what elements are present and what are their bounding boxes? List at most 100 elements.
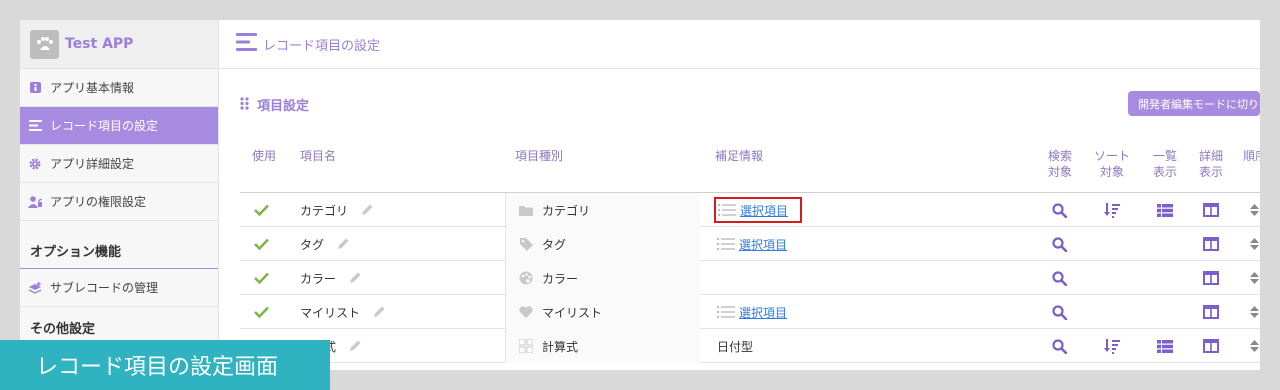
page-title: レコード項目の設定 — [263, 38, 381, 54]
sort-icon — [1104, 338, 1120, 354]
list-lines-icon — [718, 203, 736, 217]
columns-icon — [1203, 203, 1219, 217]
table-row: 計算式計算式日付型 — [240, 329, 1260, 363]
use-checkbox[interactable] — [254, 193, 269, 227]
pencil-icon[interactable] — [336, 237, 350, 251]
list-toggle[interactable] — [1157, 329, 1173, 363]
col-header-line: 詳細 — [1198, 149, 1223, 163]
field-name-cell: タグ — [300, 227, 350, 261]
col-header-info: 補足情報 — [715, 149, 764, 163]
col-header-use: 使用 — [252, 149, 277, 163]
grip-icon — [240, 95, 249, 114]
page-header: レコード項目の設定 — [220, 20, 1260, 69]
brand[interactable]: Test APP — [20, 20, 218, 69]
list-lines-icon — [717, 237, 735, 251]
search-toggle[interactable] — [1052, 193, 1067, 227]
detail-toggle[interactable] — [1203, 329, 1219, 363]
col-header-line: 一覧 — [1152, 149, 1177, 163]
dev-mode-button[interactable]: 開発者編集モードに切り替え — [1128, 91, 1260, 116]
field-type: マイリスト — [542, 305, 603, 320]
sort-updown-icon — [1250, 204, 1259, 216]
columns-icon — [1203, 271, 1219, 285]
field-name: カテゴリ — [300, 203, 349, 218]
gear-icon — [28, 157, 42, 171]
sort-updown-icon — [1250, 340, 1259, 352]
reorder-handle[interactable] — [1250, 295, 1259, 329]
pencil-icon[interactable] — [348, 271, 362, 285]
supplementary-info-cell: 選択項目 — [714, 193, 803, 227]
search-icon — [1052, 202, 1067, 218]
select-options-link[interactable]: 選択項目 — [739, 304, 787, 321]
col-header-line: 対象 — [1047, 165, 1072, 179]
search-icon — [1052, 338, 1067, 354]
sidebar-item-label: アプリ詳細設定 — [50, 157, 135, 171]
heart-icon — [519, 306, 533, 318]
field-type: タグ — [542, 237, 567, 252]
col-header-sort: ソート 対象 — [1092, 148, 1132, 180]
sidebar-item-label: アプリ基本情報 — [50, 81, 135, 95]
app-logo — [30, 29, 59, 59]
reorder-handle[interactable] — [1250, 193, 1259, 227]
sort-toggle[interactable] — [1104, 329, 1120, 363]
select-options-link[interactable]: 選択項目 — [740, 202, 788, 219]
search-toggle[interactable] — [1052, 329, 1067, 363]
field-name: カラー — [300, 271, 337, 286]
field-name: マイリスト — [300, 305, 361, 320]
sidebar-item-basic-info[interactable]: アプリ基本情報 — [20, 69, 218, 107]
field-type: カテゴリ — [542, 203, 591, 218]
columns-icon — [1203, 339, 1219, 353]
sidebar-item-permissions[interactable]: アプリの権限設定 — [20, 183, 218, 221]
sidebar-item-subrecords[interactable]: サブレコードの管理 — [20, 269, 218, 307]
list-icon — [28, 119, 42, 133]
search-toggle[interactable] — [1052, 295, 1067, 329]
col-header-line: 検索 — [1047, 149, 1072, 163]
detail-toggle[interactable] — [1203, 193, 1219, 227]
search-icon — [1052, 236, 1067, 252]
columns-icon — [1203, 237, 1219, 251]
col-header-line: ソート — [1093, 149, 1130, 163]
highlight-box: 選択項目 — [714, 197, 803, 223]
table-row: タグ タグ 選択項目 — [240, 227, 1260, 261]
sidebar-item-detail-settings[interactable]: アプリ詳細設定 — [20, 145, 218, 183]
pencil-icon[interactable] — [372, 305, 386, 319]
search-toggle[interactable] — [1052, 261, 1067, 295]
field-name-cell: カテゴリ — [300, 193, 374, 227]
field-type: カラー — [542, 271, 579, 286]
search-icon — [1052, 270, 1067, 286]
sidebar-section-options: オプション機能 — [20, 221, 218, 269]
reorder-handle[interactable] — [1250, 261, 1259, 295]
tag-icon — [519, 237, 533, 251]
detail-toggle[interactable] — [1203, 295, 1219, 329]
table-row: マイリスト マイリスト 選択項目 — [240, 295, 1260, 329]
sort-updown-icon — [1250, 272, 1259, 284]
folder-icon — [519, 205, 533, 216]
palette-icon — [519, 271, 533, 285]
detail-toggle[interactable] — [1203, 261, 1219, 295]
pencil-icon[interactable] — [360, 203, 374, 217]
col-header-detail: 詳細 表示 — [1196, 148, 1226, 180]
col-header-type: 項目種別 — [515, 149, 564, 163]
use-checkbox[interactable] — [254, 227, 269, 261]
field-name-cell: マイリスト — [300, 295, 386, 329]
hamburger-icon[interactable] — [236, 33, 257, 55]
table-list-icon — [1157, 203, 1173, 217]
table-row: カラー カラー — [240, 261, 1260, 295]
sort-updown-icon — [1250, 306, 1259, 318]
search-toggle[interactable] — [1052, 227, 1067, 261]
table-row: カテゴリ カテゴリ 選択項目 — [240, 193, 1260, 227]
check-icon — [254, 204, 269, 216]
use-checkbox[interactable] — [254, 261, 269, 295]
section-title: 項目設定 — [257, 99, 310, 114]
select-options-link[interactable]: 選択項目 — [739, 236, 787, 253]
col-header-line: 表示 — [1198, 165, 1223, 179]
pencil-icon[interactable] — [348, 339, 362, 353]
reorder-handle[interactable] — [1250, 329, 1259, 363]
calculator-icon — [519, 339, 533, 353]
use-checkbox[interactable] — [254, 295, 269, 329]
sidebar-item-record-fields[interactable]: レコード項目の設定 — [20, 107, 218, 145]
detail-toggle[interactable] — [1203, 227, 1219, 261]
sort-updown-icon — [1250, 238, 1259, 250]
list-toggle[interactable] — [1157, 193, 1173, 227]
sort-toggle[interactable] — [1104, 193, 1120, 227]
reorder-handle[interactable] — [1250, 227, 1259, 261]
